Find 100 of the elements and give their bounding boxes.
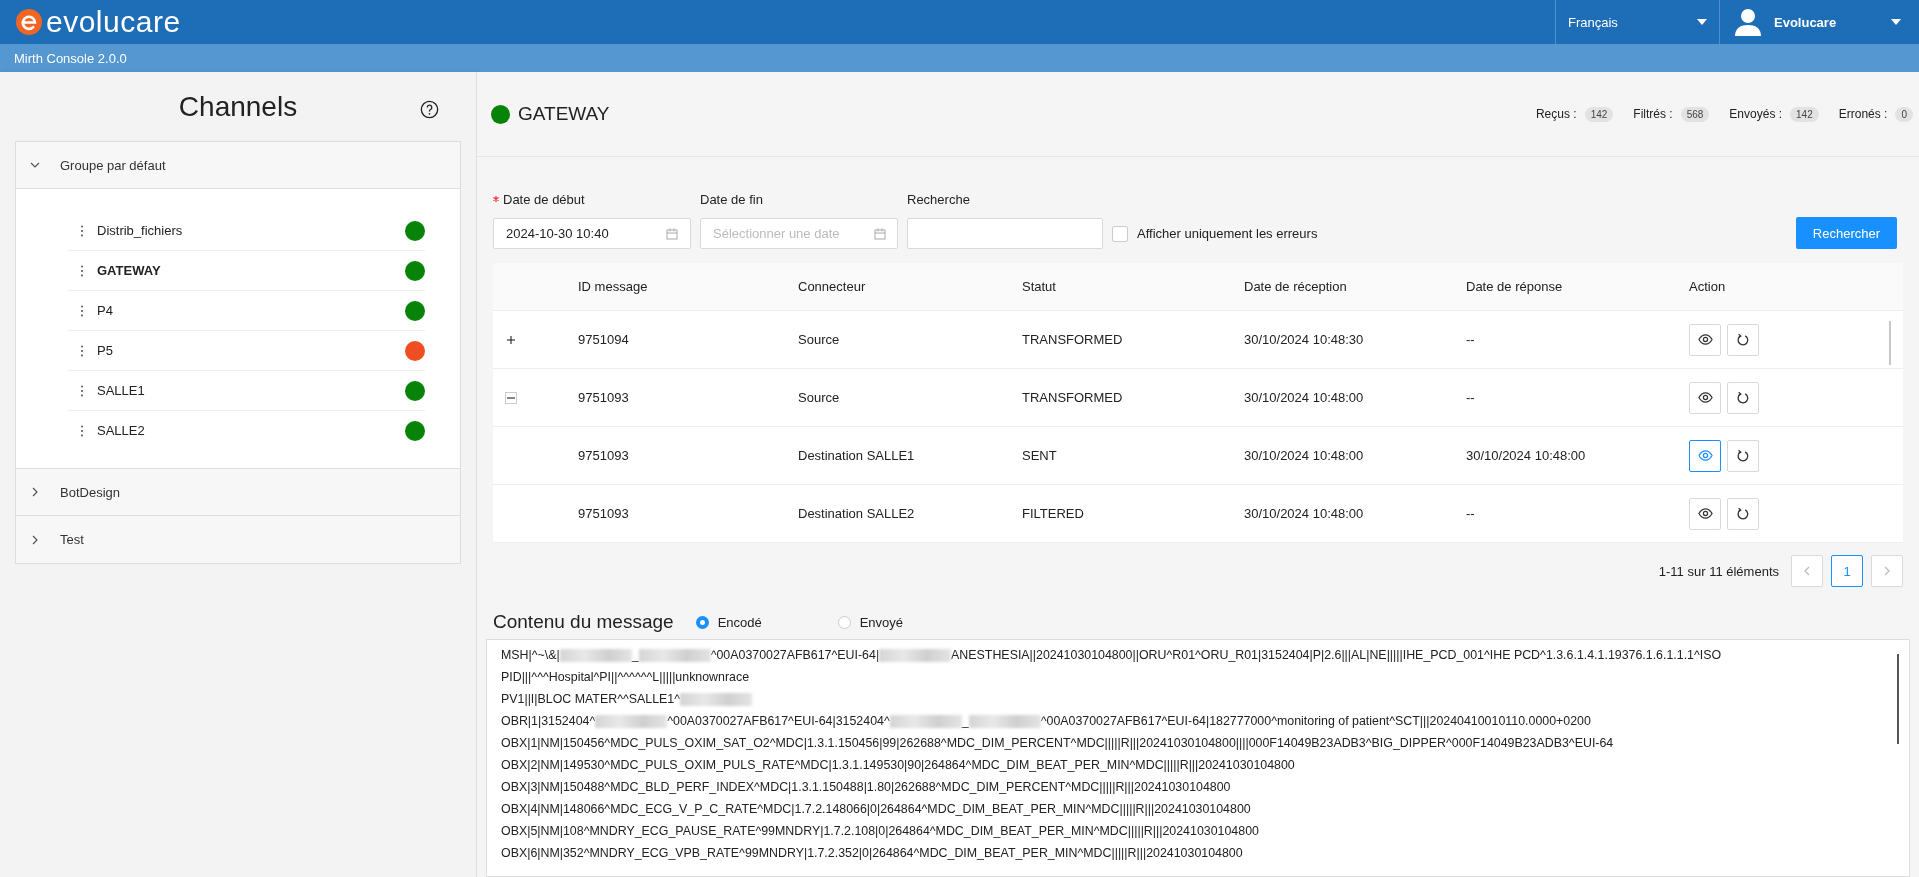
user-icon xyxy=(1734,8,1762,36)
table-cell-text: 9751093 xyxy=(577,448,630,463)
table-cell-text: Destination SALLE1 xyxy=(797,448,916,463)
column-header: ID message xyxy=(577,279,649,294)
table-cell-text: 30/10/2024 10:48:00 xyxy=(1243,390,1365,405)
table-cell-text: 9751093 xyxy=(577,390,630,405)
drag-handle-icon[interactable] xyxy=(80,344,84,357)
message-line: PID|||^^^Hospital^PI||^^^^^^L|||||unknownrace xyxy=(501,669,751,686)
column-header: Connecteur xyxy=(797,279,867,294)
drag-handle-icon[interactable] xyxy=(80,224,84,237)
errors-only-checkbox[interactable]: Afficher uniquement les erreurs xyxy=(1112,218,1318,249)
reprocess-button[interactable] xyxy=(1727,439,1759,472)
group-header[interactable]: Test xyxy=(16,516,460,563)
column-header: Action xyxy=(1688,279,1727,294)
field-label: Date de fin xyxy=(700,191,763,207)
column-header: Statut xyxy=(1021,279,1057,294)
drag-handle-icon[interactable] xyxy=(80,264,84,277)
chevron-icon xyxy=(30,487,40,497)
date-field[interactable]: Sélectionner une date xyxy=(700,218,898,249)
eye-icon xyxy=(1697,506,1713,521)
count-badge: 0 xyxy=(1895,106,1913,122)
section-title: Contenu du message xyxy=(493,611,674,633)
sidebar-title: Channels xyxy=(178,90,298,123)
logo-icon xyxy=(16,9,42,35)
refresh-icon xyxy=(1736,390,1750,405)
message-line: OBX|2|NM|149530^MDC_PULS_OXIM_PULS_RATE^MDC|1.3.1.149530|90|264864^MDC_DIM_BEAT_PER_MIN^MDC|||||R|||20241030104800 xyxy=(501,757,1296,774)
table-cell-text: -- xyxy=(1465,506,1476,521)
stat-label: Reçus : xyxy=(1535,107,1577,121)
table-cell-text: 30/10/2024 10:48:00 xyxy=(1243,506,1365,521)
chevron-left-icon xyxy=(1803,566,1811,576)
radio-option[interactable]: Encodé xyxy=(695,614,828,630)
column-header: Date de réponse xyxy=(1465,279,1564,294)
field-label: Recherche xyxy=(907,191,970,207)
reprocess-button[interactable] xyxy=(1727,381,1759,414)
drag-handle-icon[interactable] xyxy=(80,384,84,397)
chevron-right-icon xyxy=(1883,566,1891,576)
collapse-icon[interactable] xyxy=(505,391,517,404)
stat-label: Erronés : xyxy=(1838,107,1888,121)
drag-handle-icon[interactable] xyxy=(80,424,84,437)
message-line: MSH|^~\&| _ ^00A0370027AFB617^EUI-64| ANESTHESIA||20241030104800||ORU^R01^ORU_R01|3152404|P|2.6|||AL|NE|||||IHE_PCD_001^IHE PCD^1.3.6.1.4.1.19376.1.6.1.1.1^ISO xyxy=(501,647,1723,665)
channel-item[interactable]: GATEWAY xyxy=(68,251,425,291)
scrollbar[interactable] xyxy=(1897,654,1899,744)
message-line: OBX|1|NM|150456^MDC_PULS_OXIM_SAT_O2^MDC|1.3.1.150456|99|262688^MDC_DIM_PERCENT^MDC|||||R|||20241030104800||||000F14049B23ADB3^BIG_DIPPER^000F14049B23ADB3^EUI-64 xyxy=(501,735,1615,752)
search-field[interactable] xyxy=(907,218,1103,249)
caret-icon xyxy=(1891,19,1901,25)
eye-icon xyxy=(1697,332,1713,347)
reprocess-button[interactable] xyxy=(1727,497,1759,530)
message-line: OBR|1|3152404^ ^00A0370027AFB617^EUI-64|3152404^ _ ^00A0370027AFB617^EUI-64|182777000^monitoring of patient^SCT|||20240410010110.0000+0200 xyxy=(501,713,1592,731)
table-cell-text: -- xyxy=(1465,390,1476,405)
app-title: Mirth Console 2.0.0 xyxy=(14,50,127,66)
drag-handle-icon[interactable] xyxy=(80,304,84,317)
message-line: OBX|6|NM|352^MNDRY_ECG_VPB_RATE^99MNDRY|1.7.2.352|0|264864^MDC_DIM_BEAT_PER_MIN^MDC|||||R|||20241030104800 xyxy=(501,845,1244,862)
table-cell-text: TRANSFORMED xyxy=(1021,332,1124,347)
group-header[interactable]: Groupe par défaut xyxy=(16,142,460,189)
table-cell-text: Destination SALLE2 xyxy=(797,506,916,521)
channel-item[interactable]: SALLE2 xyxy=(68,411,425,450)
stat-label: Filtrés : xyxy=(1633,107,1673,121)
table-cell-text: -- xyxy=(1465,332,1476,347)
pagination-range: 1-11 sur 11 éléments xyxy=(1658,563,1779,579)
calendar-icon xyxy=(666,227,678,240)
table-cell-text: Source xyxy=(797,390,841,405)
date-field[interactable]: 2024-10-30 10:40 xyxy=(493,218,691,249)
group-header[interactable]: BotDesign xyxy=(16,469,460,516)
table-cell-text: 30/10/2024 10:48:30 xyxy=(1243,332,1365,347)
channel-item[interactable]: P4 xyxy=(68,291,425,331)
column-header: Date de réception xyxy=(1243,279,1348,294)
chevron-icon xyxy=(30,160,40,170)
message-line: OBX|5|NM|108^MNDRY_ECG_PAUSE_RATE^99MNDRY|1.7.2.108|0|264864^MDC_DIM_BEAT_PER_MIN^MDC|||||R|||20241030104800 xyxy=(501,823,1260,840)
eye-icon xyxy=(1697,448,1713,463)
table-cell-text: TRANSFORMED xyxy=(1021,390,1124,405)
table-cell-text: SENT xyxy=(1021,448,1058,463)
channel-item[interactable]: P5 xyxy=(68,331,425,371)
count-badge: 142 xyxy=(1790,106,1819,122)
stat-label: Envoyés : xyxy=(1729,107,1783,121)
channel-item[interactable]: SALLE1 xyxy=(68,371,425,411)
refresh-icon xyxy=(1736,506,1750,521)
refresh-icon xyxy=(1736,448,1750,463)
message-line: OBX|4|NM|148066^MDC_ECG_V_P_C_RATE^MDC|1.7.2.148066|0|264864^MDC_DIM_BEAT_PER_MIN^MDC|||||R|||20241030104800 xyxy=(501,801,1252,818)
brand-name: evolucare xyxy=(46,5,181,39)
table-cell-text: Source xyxy=(797,332,841,347)
message-line: PV1||I|BLOC MATER^^SALLE1^ xyxy=(501,688,1895,710)
table-cell-text: 9751093 xyxy=(577,506,630,521)
refresh-icon xyxy=(1736,332,1750,347)
table-cell-text: 30/10/2024 10:48:00 xyxy=(1243,448,1365,463)
table-cell-text: 9751094 xyxy=(577,332,630,347)
channel-item[interactable]: Distrib_fichiers xyxy=(68,211,425,251)
radio-option[interactable]: Envoyé xyxy=(837,614,970,630)
count-badge: 568 xyxy=(1680,106,1710,122)
reprocess-button[interactable] xyxy=(1727,323,1759,356)
table-cell-text: 30/10/2024 10:48:00 xyxy=(1465,448,1587,463)
count-badge: 142 xyxy=(1584,106,1614,122)
caret-icon xyxy=(1697,19,1707,25)
calendar-icon xyxy=(874,228,886,240)
scrollbar[interactable] xyxy=(1889,321,1891,365)
table-cell-text: FILTERED xyxy=(1021,506,1085,521)
eye-icon xyxy=(1697,390,1713,405)
channel-title: GATEWAY xyxy=(518,103,610,125)
expand-icon[interactable] xyxy=(505,333,517,346)
chevron-icon xyxy=(30,534,40,545)
help-icon[interactable] xyxy=(420,100,439,119)
